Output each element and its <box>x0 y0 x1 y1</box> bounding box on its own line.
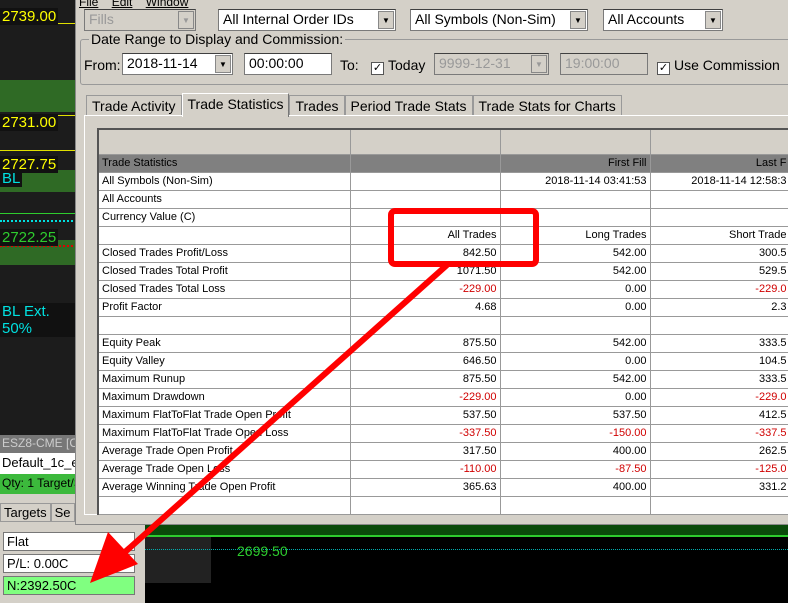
arrow-head-icon <box>90 532 138 583</box>
tab-trade-statistics[interactable]: Trade Statistics <box>181 93 290 117</box>
annotation-overlay <box>90 208 539 583</box>
annotation-arrow <box>123 262 449 555</box>
highlight-box <box>388 208 539 267</box>
